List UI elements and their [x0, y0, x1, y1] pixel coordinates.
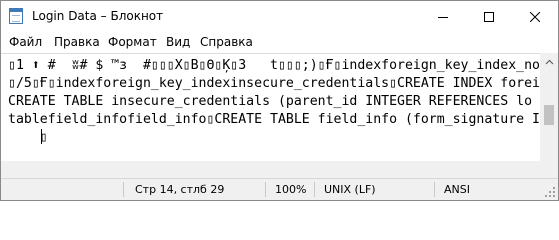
- status-divider: [123, 182, 124, 197]
- menu-file[interactable]: Файл: [9, 35, 42, 49]
- window-title: Login Data – Блокнот: [32, 9, 164, 23]
- minimize-icon: [438, 16, 448, 18]
- status-encoding: ANSI: [444, 183, 470, 196]
- status-bar: Стр 14, стлб 29 100% UNIX (LF) ANSI: [1, 178, 558, 200]
- vertical-scrollbar[interactable]: [540, 53, 558, 178]
- status-cursor-position: Стр 14, стлб 29: [135, 183, 225, 196]
- status-line-endings: UNIX (LF): [324, 183, 376, 196]
- status-zoom: 100%: [275, 183, 307, 196]
- chevron-up-icon: [545, 59, 553, 64]
- title-bar[interactable]: Login Data – Блокнот: [1, 1, 558, 32]
- scroll-up-button[interactable]: [540, 53, 558, 70]
- menu-view[interactable]: Вид: [166, 35, 190, 49]
- close-button[interactable]: [512, 1, 558, 32]
- notepad-app-icon[interactable]: [9, 8, 23, 24]
- minimize-button[interactable]: [420, 1, 466, 32]
- close-icon: [530, 11, 540, 22]
- status-divider: [434, 182, 435, 197]
- scroll-corner: [540, 161, 558, 178]
- vertical-scroll-thumb[interactable]: [544, 105, 554, 125]
- menu-help[interactable]: Справка: [200, 35, 253, 49]
- menu-format[interactable]: Формат: [108, 35, 157, 49]
- text-line: CREATE TABLE insecure_credentials (paren…: [8, 94, 533, 109]
- status-divider: [265, 182, 266, 197]
- horizontal-scrollbar[interactable]: [1, 161, 540, 178]
- notepad-window: Login Data – Блокнот Файл Правка Формат …: [0, 0, 559, 201]
- text-line: tablefield_infofield_info▯CREATE TABLE f…: [8, 112, 540, 127]
- maximize-icon: [484, 11, 494, 22]
- status-divider: [314, 182, 315, 197]
- text-caret: [41, 129, 42, 144]
- menu-bar: Файл Правка Формат Вид Справка: [1, 32, 558, 53]
- resize-grip-icon[interactable]: [544, 186, 556, 198]
- maximize-button[interactable]: [466, 1, 512, 32]
- menu-edit[interactable]: Правка: [54, 35, 100, 49]
- text-editor[interactable]: ▯1 ⬆ # ʬ# $ ™з #▯▯▯X▯B▯Θ▯Ķ▯3 t▯▯▯;)▯Ғ▯in…: [1, 53, 540, 162]
- text-line: ▯1 ⬆ # ʬ# $ ™з #▯▯▯X▯B▯Θ▯Ķ▯3 t▯▯▯;)▯Ғ▯in…: [8, 58, 540, 73]
- text-line: ▯/5▯Ғ▯indexforeign_key_indexinsecure_cre…: [8, 76, 540, 91]
